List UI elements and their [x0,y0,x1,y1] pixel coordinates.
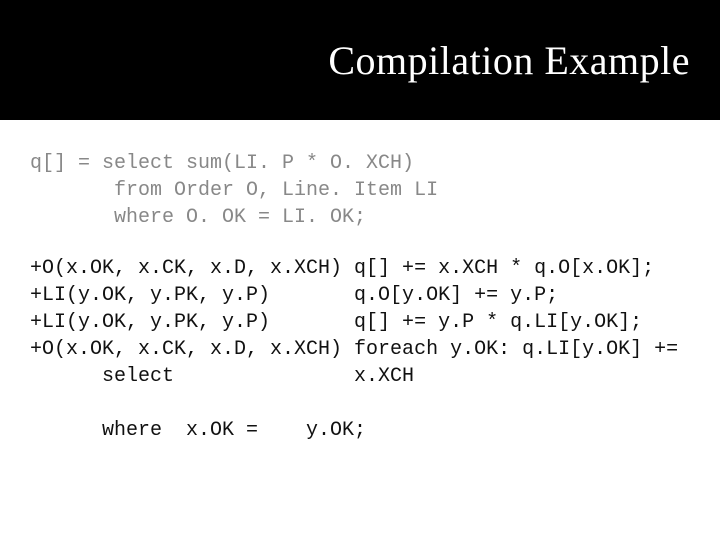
title-bar: Compilation Example [0,0,720,120]
slide-body: q[] = select sum(LI. P * O. XCH) from Or… [0,120,720,444]
slide: Compilation Example q[] = select sum(LI.… [0,0,720,540]
query-code: q[] = select sum(LI. P * O. XCH) from Or… [30,150,690,231]
slide-title: Compilation Example [328,37,690,84]
rules-code: +O(x.OK, x.CK, x.D, x.XCH) q[] += x.XCH … [30,255,690,444]
